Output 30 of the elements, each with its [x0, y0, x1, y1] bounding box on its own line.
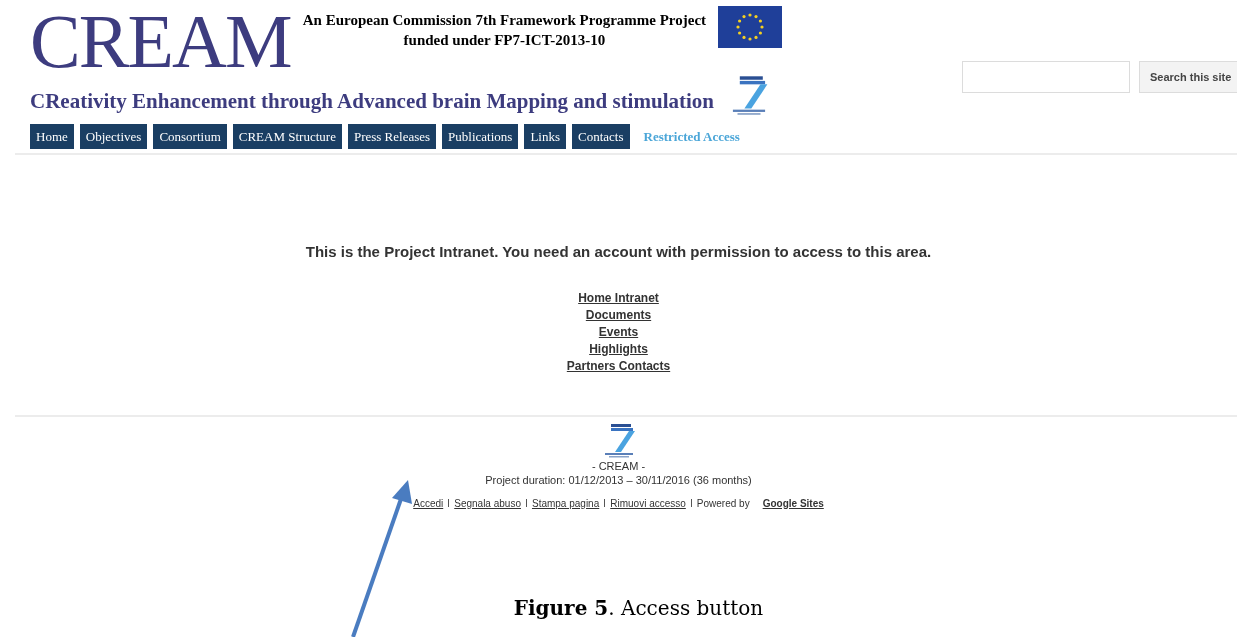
nav-tab[interactable]: CREAM Structure [232, 123, 342, 150]
search-field[interactable] [962, 61, 1130, 93]
nav-tab[interactable]: Contacts [572, 123, 630, 150]
nav-tab[interactable]: Home [30, 123, 74, 150]
powered-by-text: Powered by [696, 496, 750, 511]
footer-link[interactable]: Segnala abuso [454, 495, 521, 511]
intranet-link[interactable]: Events [598, 323, 639, 341]
funding-text: An European Commission 7th Framework Programme Project [302, 11, 707, 30]
intranet-link[interactable]: Documents [585, 306, 652, 324]
notice-text: This is the Project Intranet. You need an account with permission to access to this area. [305, 242, 932, 263]
project-duration: Project duration: 01/12/2013 – 30/11/2016 (36 months) [485, 472, 752, 487]
nav-tab[interactable]: Objectives [79, 123, 148, 150]
site-logo: CREAM [30, 6, 291, 76]
figure-caption: Figure 5. Access button [513, 594, 764, 622]
footer-link[interactable]: Rimuovi accesso [610, 495, 686, 511]
footer-link[interactable]: Stampa pagina [531, 495, 600, 511]
site-subtitle: CReativity Enhancement through Advanced brain Mapping and stimulation [30, 88, 714, 116]
nav-tab[interactable]: Press Releases [347, 123, 437, 150]
nav-tab[interactable]: Publications [442, 123, 519, 150]
footer-link[interactable]: Accedi [413, 495, 444, 511]
footer-title: - CREAM - [591, 459, 646, 473]
funding-text: funded under FP7-ICT-2013-10 [403, 31, 606, 50]
intranet-link[interactable]: Partners Contacts [566, 357, 671, 375]
nav-tab[interactable]: Consortium [153, 123, 227, 150]
nav-tab[interactable]: Links [524, 123, 566, 150]
intranet-link[interactable]: Highlights [589, 340, 648, 358]
intranet-link[interactable]: Home Intranet [578, 289, 659, 307]
eu-flag-icon [718, 6, 783, 48]
google-sites-link[interactable]: Google Sites [762, 495, 824, 511]
search-button[interactable]: Search this site [1139, 61, 1237, 93]
